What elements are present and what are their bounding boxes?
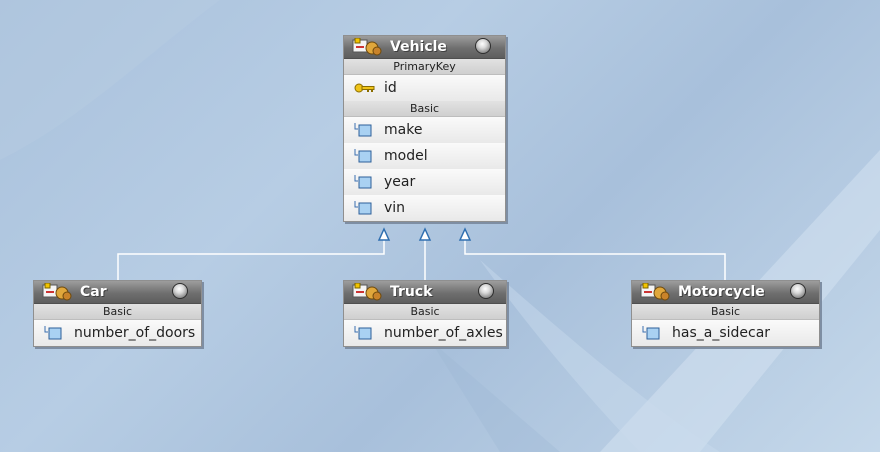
attribute-icon — [354, 201, 372, 215]
attribute-icon — [44, 326, 62, 340]
inheritance-arrow-icon — [458, 227, 472, 241]
attribute-row-id[interactable]: id — [344, 75, 505, 101]
attribute-icon — [354, 326, 372, 340]
attribute-name: id — [384, 80, 397, 96]
attribute-name: has_a_sidecar — [672, 325, 771, 341]
entity-title: Vehicle — [390, 39, 447, 55]
entity-title: Motorcycle — [678, 284, 765, 300]
connector-motorcycle — [464, 240, 726, 280]
inheritance-arrow-icon — [377, 227, 391, 241]
key-icon — [354, 83, 375, 93]
collapse-button-icon[interactable] — [478, 283, 494, 299]
entity-header[interactable]: Car — [34, 281, 201, 304]
attribute-icon — [354, 175, 372, 189]
attribute-name: model — [384, 148, 428, 164]
inheritance-arrow-icon — [418, 227, 432, 241]
section-label-basic: Basic — [34, 304, 201, 320]
entity-header[interactable]: Vehicle — [344, 36, 505, 59]
attribute-icon — [642, 326, 660, 340]
attribute-icon — [354, 123, 372, 137]
entity-truck[interactable]: Truck Basic number_of_axles — [343, 280, 507, 347]
section-label-basic: Basic — [344, 101, 505, 117]
collapse-button-icon[interactable] — [172, 283, 188, 299]
section-label-basic: Basic — [632, 304, 819, 320]
attribute-name: vin — [384, 200, 406, 216]
collapse-button-icon[interactable] — [790, 283, 806, 299]
attribute-row-number-of-doors[interactable]: number_of_doors — [34, 320, 201, 346]
entity-icon — [42, 283, 72, 301]
attribute-name: year — [384, 174, 416, 190]
attribute-name: number_of_doors — [74, 325, 196, 341]
entity-header[interactable]: Motorcycle — [632, 281, 819, 304]
attribute-row-number-of-axles[interactable]: number_of_axles — [344, 320, 506, 346]
attribute-row-make[interactable]: make — [344, 117, 505, 143]
entity-title: Truck — [390, 284, 433, 300]
attribute-icon — [354, 149, 372, 163]
attribute-name: number_of_axles — [384, 325, 503, 341]
entity-car[interactable]: Car Basic number_of_doors — [33, 280, 202, 347]
entity-motorcycle[interactable]: Motorcycle Basic has_a_sidecar — [631, 280, 820, 347]
attribute-row-vin[interactable]: vin — [344, 195, 505, 221]
attribute-row-year[interactable]: year — [344, 169, 505, 195]
collapse-button-icon[interactable] — [475, 38, 491, 54]
entity-icon — [352, 38, 382, 56]
section-label-primary-key: PrimaryKey — [344, 59, 505, 75]
entity-vehicle[interactable]: Vehicle PrimaryKey id Basic make model y… — [343, 35, 506, 222]
entity-title: Car — [80, 284, 107, 300]
attribute-row-model[interactable]: model — [344, 143, 505, 169]
connector-car — [117, 240, 385, 280]
entity-icon — [352, 283, 382, 301]
section-label-basic: Basic — [344, 304, 506, 320]
attribute-name: make — [384, 122, 423, 138]
entity-header[interactable]: Truck — [344, 281, 506, 304]
attribute-row-has-a-sidecar[interactable]: has_a_sidecar — [632, 320, 819, 346]
entity-icon — [640, 283, 670, 301]
